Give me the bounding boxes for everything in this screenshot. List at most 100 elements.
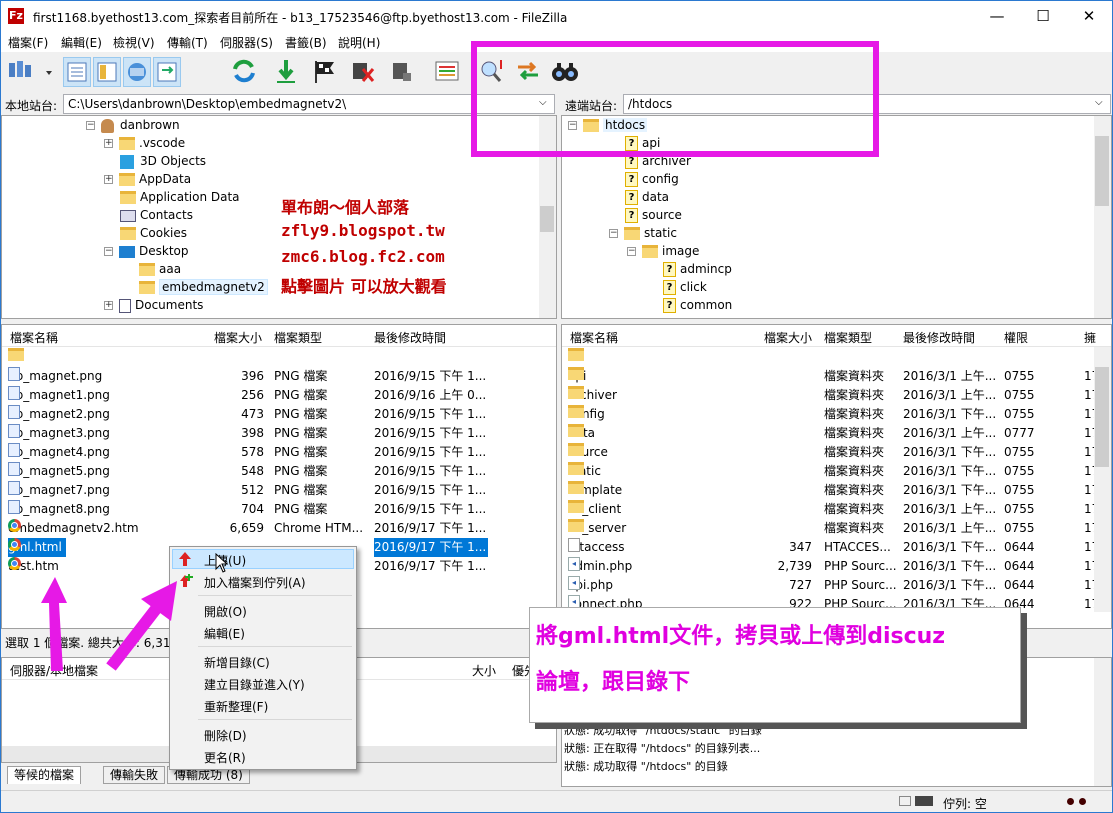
table-row[interactable]: .htaccess 347 HTACCES... 2016/3/1 下午... 0644…: [562, 538, 1099, 557]
col-filename[interactable]: 檔案名稱: [570, 329, 618, 346]
table-row[interactable]: bb_magnet1.png 256 PNG 檔案 2016/9/16 上午 0...: [2, 386, 542, 405]
menu-view[interactable]: 檢視(V): [113, 34, 155, 51]
transfer-queue-icon[interactable]: [153, 57, 181, 87]
menu-item-delete[interactable]: 刪除(D): [204, 727, 247, 744]
close-button[interactable]: ✕: [1066, 1, 1112, 32]
remote-list-scrollbar[interactable]: [1094, 347, 1111, 612]
table-row[interactable]: bb_magnet4.png 578 PNG 檔案 2016/9/15 下午 1...: [2, 443, 542, 462]
tree-item-data[interactable]: ? data: [625, 188, 669, 206]
cancel-icon[interactable]: [310, 57, 338, 87]
menu-item-create-and-enter[interactable]: 建立目錄並進入(Y): [204, 676, 305, 693]
col-modified[interactable]: 最後修改時間: [374, 329, 446, 346]
cell-filetype: PNG 檔案: [274, 445, 328, 459]
refresh-icon[interactable]: [230, 57, 258, 87]
collapse-icon[interactable]: −: [104, 247, 113, 256]
tree-item-config[interactable]: ? config: [625, 170, 679, 188]
table-row[interactable]: bb_magnet3.png 398 PNG 檔案 2016/9/15 下午 1...: [2, 424, 542, 443]
expand-icon[interactable]: +: [104, 139, 113, 148]
remote-tree-icon[interactable]: [123, 57, 151, 87]
table-row[interactable]: bb_magnet8.png 704 PNG 檔案 2016/9/15 下午 1...: [2, 500, 542, 519]
scrollbar-thumb[interactable]: [1095, 367, 1109, 467]
table-row[interactable]: source 檔案資料夾 2016/3/1 下午... 0755 17: [562, 443, 1099, 462]
collapse-icon[interactable]: −: [86, 121, 95, 130]
table-row[interactable]: template 檔案資料夾 2016/3/1 下午... 0755 17: [562, 481, 1099, 500]
collapse-icon[interactable]: −: [627, 247, 636, 256]
log-scrollbar[interactable]: [1094, 658, 1111, 786]
tree-item-click[interactable]: ? click: [663, 278, 707, 296]
tree-item-desktop[interactable]: − Desktop: [104, 242, 189, 260]
directory-compare-icon[interactable]: [433, 57, 461, 87]
col-filesize[interactable]: 檔案大小: [214, 329, 262, 346]
maximize-button[interactable]: ☐: [1020, 1, 1066, 32]
table-row[interactable]: archiver 檔案資料夾 2016/3/1 上午... 0755 17: [562, 386, 1099, 405]
tree-item-source[interactable]: ? source: [625, 206, 682, 224]
tree-item-contacts[interactable]: Contacts: [120, 206, 193, 224]
reconnect-icon[interactable]: [387, 57, 415, 87]
tree-item-cookies[interactable]: Cookies: [120, 224, 187, 242]
table-row[interactable]: bb_magnet2.png 473 PNG 檔案 2016/9/15 下午 1...: [2, 405, 542, 424]
tree-item-aaa[interactable]: aaa: [139, 260, 181, 278]
tree-item-vscode[interactable]: + .vscode: [104, 134, 185, 152]
collapse-icon[interactable]: −: [609, 229, 618, 238]
menu-item-rename[interactable]: 更名(R): [204, 749, 246, 766]
menu-file[interactable]: 檔案(F): [8, 34, 48, 51]
table-row[interactable]: api檔案資料夾2016/3/1 上午...075517: [562, 367, 1099, 386]
table-row[interactable]: uc_server 檔案資料夾 2016/3/1 上午... 0755 17: [562, 519, 1099, 538]
tree-item-appdata[interactable]: + AppData: [104, 170, 191, 188]
table-row[interactable]: config 檔案資料夾 2016/3/1 下午... 0755 17: [562, 405, 1099, 424]
remote-path-dropdown-icon[interactable]: ⌵: [1095, 97, 1103, 108]
scrollbar-thumb[interactable]: [540, 206, 554, 232]
process-queue-icon[interactable]: [272, 57, 300, 87]
disconnect-icon[interactable]: [349, 57, 377, 87]
col-filetype[interactable]: 檔案類型: [274, 329, 322, 346]
menu-edit[interactable]: 編輯(E): [61, 34, 102, 51]
menu-server[interactable]: 伺服器(S): [220, 34, 273, 51]
table-row[interactable]: ◂ api.php 727 PHP Sourc... 2016/3/1 下午... 064…: [562, 576, 1099, 595]
tab-queued-files[interactable]: 等候的檔案: [7, 766, 82, 784]
col-filetype[interactable]: 檔案類型: [824, 329, 872, 346]
table-row[interactable]: bb_magnet7.png 512 PNG 檔案 2016/9/15 下午 1...: [2, 481, 542, 500]
expand-icon[interactable]: +: [104, 301, 113, 310]
col-owner[interactable]: 擁: [1084, 329, 1096, 346]
tree-item-3d-objects[interactable]: 3D Objects: [120, 152, 206, 170]
col-filesize[interactable]: 檔案大小: [764, 329, 812, 346]
queue-col-size[interactable]: 大小: [472, 662, 496, 679]
table-row[interactable]: ..: [562, 348, 1094, 367]
menu-item-add-to-queue[interactable]: 加入檔案到佇列(A): [204, 574, 306, 591]
table-row[interactable]: uc_client 檔案資料夾 2016/3/1 上午... 0755 17: [562, 500, 1099, 519]
table-row[interactable]: embedmagnetv2.htm 6,659 Chrome HTM... 2016/…: [2, 519, 542, 538]
table-row[interactable]: ◂ admin.php 2,739 PHP Sourc... 2016/3/1 下午..…: [562, 557, 1099, 576]
tree-item-static[interactable]: − static: [609, 224, 677, 242]
col-permissions[interactable]: 權限: [1004, 329, 1028, 346]
tree-item-user[interactable]: − danbrown: [86, 116, 180, 134]
table-row[interactable]: bb_magnet.png 396 PNG 檔案 2016/9/15 下午 1...: [2, 367, 542, 386]
col-filename[interactable]: 檔案名稱: [10, 329, 58, 346]
tree-item-admincp[interactable]: ? admincp: [663, 260, 732, 278]
log-line: 狀態: 正在取得 "/htdocs" 的目錄列表...: [564, 742, 761, 755]
menu-help[interactable]: 說明(H): [338, 34, 380, 51]
scrollbar-thumb[interactable]: [1095, 136, 1109, 206]
menu-bookmarks[interactable]: 書籤(B): [285, 34, 327, 51]
col-modified[interactable]: 最後修改時間: [903, 329, 975, 346]
message-log-icon[interactable]: [63, 57, 91, 87]
tree-item-embedmagnetv2[interactable]: embedmagnetv2: [139, 278, 268, 296]
tree-item-application-data[interactable]: Application Data: [120, 188, 240, 206]
tree-item-common[interactable]: ? common: [663, 296, 732, 314]
tree-item-documents[interactable]: + Documents: [104, 296, 203, 314]
site-manager-icon[interactable]: [6, 57, 54, 87]
table-row[interactable]: static 檔案資料夾 2016/3/1 下午... 0755 17: [562, 462, 1099, 481]
tab-failed-transfers[interactable]: 傳輸失敗: [103, 766, 166, 784]
menu-item-open[interactable]: 開啟(O): [204, 603, 247, 620]
table-row[interactable]: ..: [2, 348, 542, 367]
table-row[interactable]: bb_magnet5.png 548 PNG 檔案 2016/9/15 下午 1...: [2, 462, 542, 481]
menu-transfer[interactable]: 傳輸(T): [167, 34, 208, 51]
menu-item-new-directory[interactable]: 新增目錄(C): [204, 654, 270, 671]
table-row[interactable]: data檔案資料夾2016/3/1 上午...077717: [562, 424, 1099, 443]
minimize-button[interactable]: —: [974, 1, 1020, 32]
local-tree-icon[interactable]: [93, 57, 121, 87]
remote-tree-scrollbar[interactable]: [1094, 116, 1111, 318]
tree-item-image[interactable]: − image: [627, 242, 699, 260]
expand-icon[interactable]: +: [104, 175, 113, 184]
menu-item-refresh[interactable]: 重新整理(F): [204, 698, 268, 715]
menu-item-edit[interactable]: 編輯(E): [204, 625, 245, 642]
